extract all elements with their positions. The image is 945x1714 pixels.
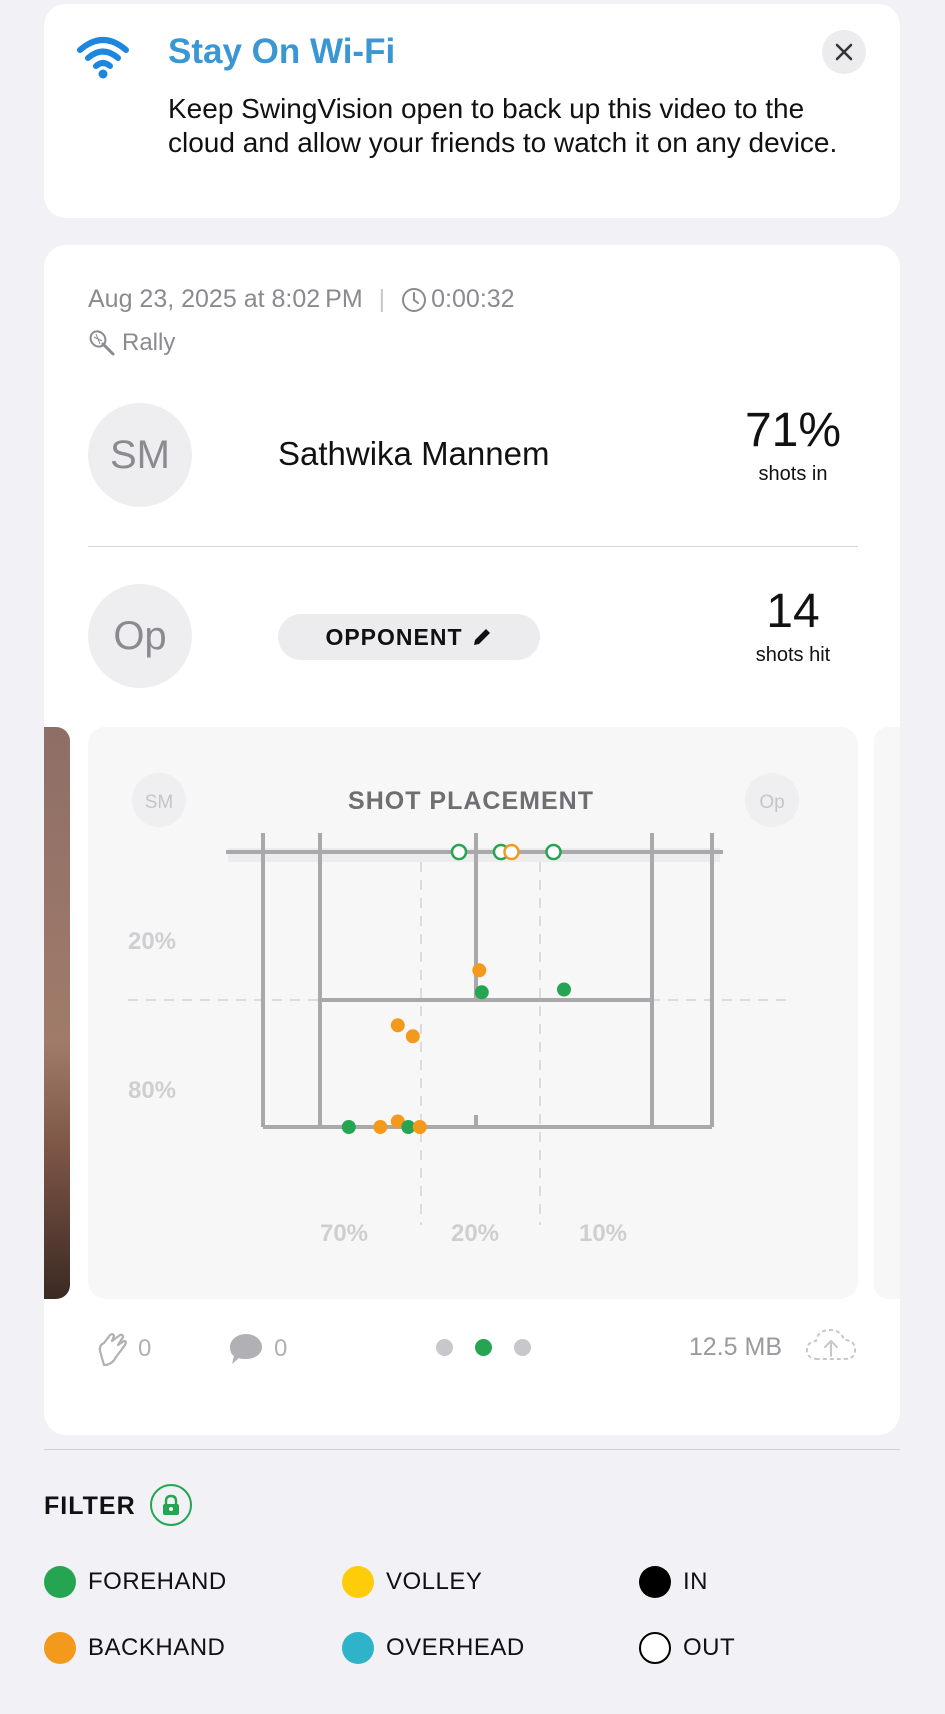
opponent-avatar: Op — [88, 584, 192, 688]
card-footer: 0 0 12.5 MB — [88, 1321, 858, 1371]
player-stat: 71% shots in — [728, 403, 858, 486]
session-date: Aug 23, 2025 at 8:02 PM — [88, 285, 363, 313]
wifi-icon — [77, 37, 129, 79]
session-card: Aug 23, 2025 at 8:02 PM | 0:00:32 Rally … — [44, 245, 900, 1435]
shot-markers — [341, 843, 571, 1134]
player-row[interactable]: SM Sathwika Mannem 71% shots in — [88, 403, 858, 507]
legend-label: FOREHAND — [88, 1568, 227, 1595]
shot-marker-backhand-in — [412, 1120, 427, 1134]
depth-label-short: 80% — [128, 1077, 176, 1104]
page-indicator[interactable] — [436, 1339, 531, 1356]
legend-volley[interactable]: VOLLEY — [342, 1566, 482, 1598]
shot-marker-forehand-out — [450, 843, 468, 861]
wifi-banner: Stay On Wi-Fi Keep SwingVision open to b… — [44, 4, 900, 218]
shot-marker-forehand-in — [557, 982, 571, 997]
chart-title: SHOT PLACEMENT — [348, 787, 594, 815]
shot-marker-backhand-out — [503, 843, 520, 861]
legend-label: VOLLEY — [386, 1568, 483, 1595]
backhand-swatch — [44, 1632, 76, 1664]
out-swatch — [639, 1632, 671, 1664]
legend-out[interactable]: OUT — [639, 1632, 735, 1664]
legend-label: OVERHEAD — [386, 1634, 525, 1661]
shot-marker-backhand-in — [405, 1029, 420, 1044]
legend-label: OUT — [683, 1634, 736, 1661]
shot-marker-backhand-in — [472, 963, 487, 978]
cloud-upload-icon[interactable] — [804, 1325, 858, 1365]
shots-in-label: shots in — [758, 463, 828, 485]
filter-lock-button[interactable] — [150, 1484, 192, 1526]
page-dot-2[interactable] — [475, 1339, 492, 1356]
volley-swatch — [342, 1566, 374, 1598]
shots-hit-value: 14 — [766, 585, 820, 638]
shots-hit-label: shots hit — [755, 644, 831, 666]
comment-icon — [230, 1334, 262, 1364]
session-mode-label: Rally — [122, 329, 176, 356]
close-banner-button[interactable] — [822, 30, 866, 74]
opponent-stat: 14 shots hit — [728, 584, 858, 667]
comments-count: 0 — [274, 1335, 288, 1362]
next-slide-preview[interactable] — [874, 727, 900, 1299]
session-meta: Aug 23, 2025 at 8:02 PM | 0:00:32 — [88, 285, 515, 314]
comments-button[interactable]: 0 — [228, 1331, 287, 1367]
shot-marker-forehand-in — [474, 985, 489, 1000]
court-lines — [128, 833, 793, 1225]
session-duration: 0:00:32 — [431, 285, 515, 313]
op-badge: Op — [759, 792, 784, 813]
shot-marker-backhand-in — [373, 1120, 388, 1134]
banner-message: Keep SwingVision open to back up this vi… — [168, 93, 838, 158]
banner-title: Stay On Wi-Fi — [168, 32, 396, 71]
lock-icon — [163, 1494, 179, 1515]
claps-count: 0 — [138, 1335, 152, 1362]
in-swatch — [639, 1566, 671, 1598]
session-mode: Rally — [88, 329, 175, 357]
edit-opponent-button[interactable]: OPPONENT — [278, 614, 540, 660]
section-divider — [44, 1449, 900, 1450]
shots-in-value: 71% — [744, 404, 842, 457]
legend-backhand[interactable]: BACKHAND — [44, 1632, 225, 1664]
player-avatar: SM — [88, 403, 192, 507]
legend-label: BACKHAND — [88, 1634, 226, 1661]
overhead-swatch — [342, 1632, 374, 1664]
pencil-icon — [473, 629, 490, 645]
shot-placement-card[interactable]: SM Op SHOT PLACEMENT 20% 80% 70% 20% 10% — [88, 727, 858, 1299]
racket-icon — [89, 330, 115, 356]
legend-label: IN — [683, 1568, 708, 1595]
opponent-label: OPPONENT — [325, 623, 463, 650]
sm-badge: SM — [145, 792, 174, 813]
close-icon — [835, 43, 853, 61]
clap-icon — [98, 1333, 127, 1367]
page-dot-1[interactable] — [436, 1339, 453, 1356]
shot-marker-backhand-in — [390, 1018, 405, 1033]
file-size: 12.5 MB — [688, 1333, 782, 1361]
claps-button[interactable]: 0 — [96, 1331, 151, 1367]
width-label-left: 70% — [320, 1220, 368, 1247]
shot-marker-forehand-in — [341, 1120, 356, 1134]
clock-icon — [402, 287, 427, 312]
opponent-row: Op OPPONENT 14 shots hit — [88, 584, 858, 688]
player-name: Sathwika Mannem — [278, 435, 550, 472]
legend-overhead[interactable]: OVERHEAD — [342, 1632, 525, 1664]
shot-marker-forehand-out — [545, 843, 562, 861]
legend-in[interactable]: IN — [639, 1566, 708, 1598]
filter-title: FILTER — [44, 1492, 136, 1520]
page-dot-3[interactable] — [514, 1339, 531, 1356]
width-label-right: 10% — [579, 1220, 627, 1247]
legend-forehand[interactable]: FOREHAND — [44, 1566, 227, 1598]
player-divider — [88, 546, 858, 547]
meta-separator: | — [378, 285, 386, 313]
previous-slide-preview[interactable] — [44, 727, 70, 1299]
width-label-center: 20% — [451, 1220, 499, 1247]
depth-label-deep: 20% — [128, 928, 176, 955]
forehand-swatch — [44, 1566, 76, 1598]
shot-placement-chart: SM Op SHOT PLACEMENT 20% 80% 70% 20% 10% — [128, 773, 799, 1247]
